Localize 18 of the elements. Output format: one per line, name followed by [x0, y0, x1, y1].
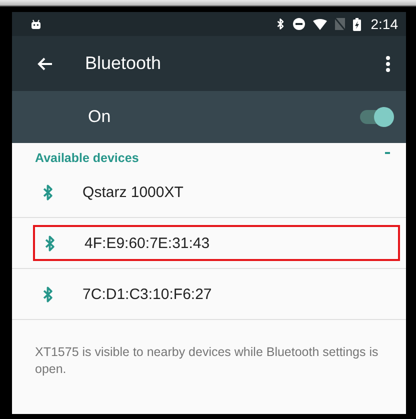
toolbar-title: Bluetooth	[85, 53, 162, 74]
bluetooth-icon	[45, 234, 56, 252]
wifi-icon	[312, 18, 327, 30]
switch-label: On	[88, 107, 111, 127]
device-item[interactable]: 7C:D1:C3:10:F6:27	[12, 269, 406, 319]
bluetooth-icon	[43, 184, 54, 200]
battery-charging-icon	[352, 18, 361, 30]
android-icon	[31, 19, 41, 29]
bluetooth-icon	[277, 18, 285, 30]
highlighted-device-item[interactable]: 4F:E9:60:7E:31:43	[33, 225, 400, 261]
bluetooth-icon	[43, 286, 54, 302]
section-header: Available devices	[35, 151, 139, 165]
status-time: 2:14	[370, 16, 398, 32]
no-signal-icon	[334, 18, 345, 30]
more-options-button[interactable]	[384, 54, 392, 74]
device-item[interactable]: Qstarz 1000XT	[12, 167, 406, 217]
do-not-disturb-icon	[292, 18, 305, 30]
visibility-note: XT1575 is visible to nearby devices while Bluetooth settings is open.	[34, 344, 380, 378]
